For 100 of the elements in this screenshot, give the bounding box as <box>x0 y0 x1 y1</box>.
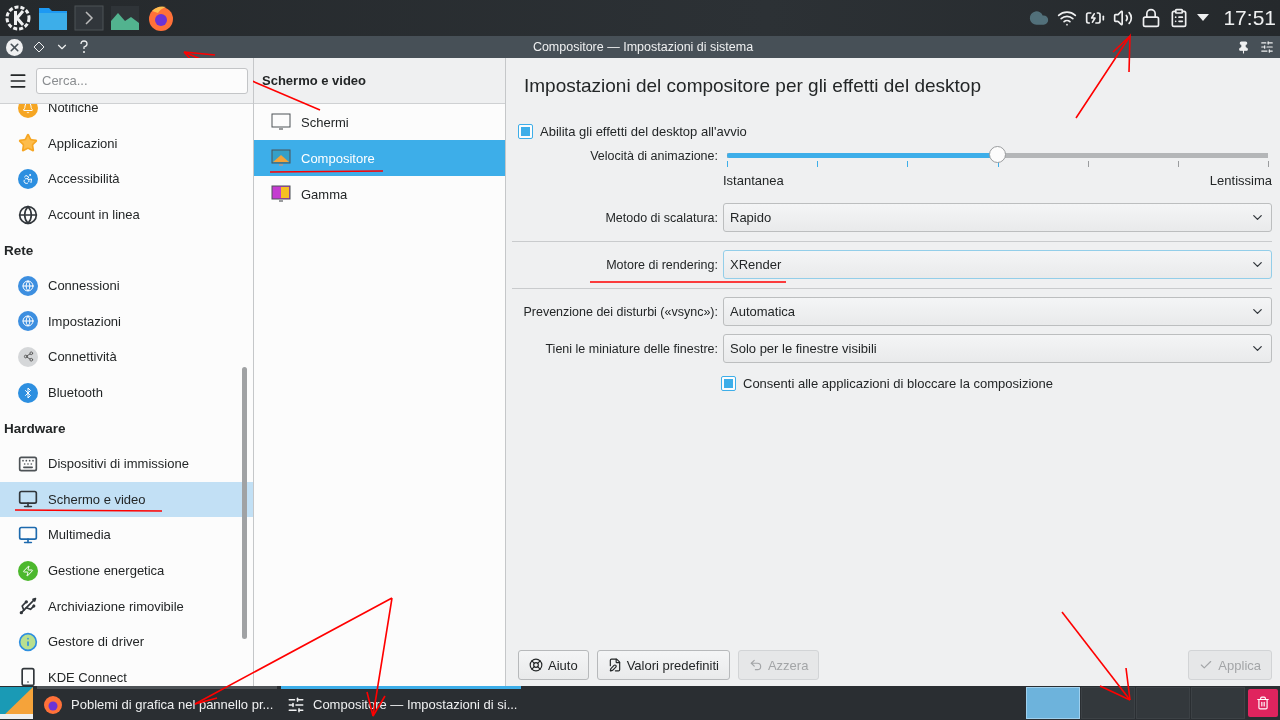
action-button[interactable]: Valori predefiniti <box>596 650 730 680</box>
desktop-thumbnail[interactable] <box>1081 687 1135 719</box>
sidebar-item[interactable]: Connettività <box>0 339 253 375</box>
kde-logo-icon[interactable] <box>4 4 32 32</box>
accessibility-icon <box>18 169 38 189</box>
usb-icon <box>18 596 38 617</box>
group-heading: Hardware <box>3 419 67 438</box>
menu-icon[interactable] <box>1260 40 1274 54</box>
sidebar-item[interactable]: Connessioni <box>0 267 253 304</box>
checkbox[interactable] <box>721 375 736 391</box>
lock-icon <box>1141 8 1162 28</box>
volume-icon <box>1113 8 1134 28</box>
page-heading: Impostazioni del compositore per gli effetti del desktop <box>524 75 982 97</box>
slider-thumb[interactable] <box>988 146 1006 163</box>
info-icon <box>18 631 38 652</box>
field-label: Motore di rendering: <box>605 256 718 273</box>
sidebar-item-label: KDE Connect <box>48 669 127 685</box>
sliders-icon <box>287 695 305 714</box>
trash-icon[interactable] <box>1248 689 1278 717</box>
category-item-label: Schermi <box>301 114 349 130</box>
sidebar-item[interactable]: Dispositivi di immissione <box>0 445 253 482</box>
help-icon[interactable] <box>79 40 89 54</box>
slider-min-label: Istantanea <box>723 173 784 188</box>
pin-icon[interactable] <box>1237 40 1250 54</box>
window-title: Compositore — Impostazioni di sistema <box>531 40 755 54</box>
slider-max-label: Lentissima <box>1209 173 1272 188</box>
dropdown[interactable]: XRender <box>723 250 1272 279</box>
keep-above-icon[interactable] <box>33 41 45 53</box>
field-label: Tieni le miniature delle finestre: <box>544 340 718 357</box>
sidebar-item-label: Schermo e video <box>48 491 146 507</box>
share-icon <box>18 346 38 367</box>
globe-icon <box>18 275 38 296</box>
checkbox[interactable] <box>518 123 533 139</box>
monitor-icon <box>18 524 38 545</box>
globe-icon <box>18 311 38 332</box>
sidebar-item[interactable]: Multimedia <box>0 517 253 553</box>
browser-icon <box>43 694 63 715</box>
desktop-thumbnail[interactable] <box>1136 687 1190 719</box>
landscape-monitor-icon <box>271 149 291 167</box>
category-title: Schermo e video <box>254 58 505 104</box>
category-item[interactable]: Schermi <box>254 104 505 140</box>
category-item-label: Compositore <box>301 150 375 166</box>
sidebar-item-label: Connettività <box>48 349 117 365</box>
dropdown[interactable]: Rapido <box>723 203 1272 232</box>
sidebar-item[interactable]: KDE Connect <box>0 659 253 686</box>
dropdown[interactable]: Automatica <box>723 297 1272 326</box>
sidebar-item-label: Gestione energetica <box>48 563 165 578</box>
launcher-icon[interactable] <box>0 687 33 719</box>
group-heading: Rete <box>3 241 35 260</box>
lightning-icon <box>18 560 38 581</box>
close-button[interactable] <box>6 38 23 56</box>
close-icon <box>8 40 21 54</box>
lifebuoy-icon <box>529 658 543 672</box>
sidebar-item-label: Account in linea <box>48 207 140 223</box>
sidebar-item-label: Gestore di driver <box>48 634 145 650</box>
category-item-label: Gamma <box>301 186 348 202</box>
sidebar-item-label: Connessioni <box>48 278 120 294</box>
sidebar-item[interactable]: Account in linea <box>0 196 253 233</box>
undo-icon <box>748 658 763 672</box>
check-icon <box>1199 658 1214 672</box>
sidebar-item-label: Multimedia <box>48 527 111 543</box>
sidebar-item-label: Dispositivi di immissione <box>48 456 189 472</box>
terminal-icon[interactable] <box>74 5 104 31</box>
sidebar-item-label: Archiviazione rimovibile <box>48 598 184 614</box>
field-label: Velocità di animazione: <box>589 148 718 164</box>
task-button[interactable]: Poblemi di grafica nel pannello pr... <box>37 686 277 720</box>
star-icon <box>18 133 38 154</box>
sidebar-item[interactable]: Gestione energetica <box>0 552 253 589</box>
sidebar-item[interactable]: Bluetooth <box>0 374 253 411</box>
sidebar-item[interactable]: Applicazioni <box>0 125 253 162</box>
field-label: Metodo di scalatura: <box>604 209 718 226</box>
field-label: Prevenzione dei disturbi («vsync»): <box>522 303 718 320</box>
clock[interactable]: 17:51 <box>1223 6 1276 30</box>
checkbox-label: Abilita gli effetti del desktop all'avvio <box>540 123 747 139</box>
monitor-icon <box>18 489 38 510</box>
document-icon <box>607 658 622 672</box>
action-button[interactable]: Aiuto <box>518 650 589 680</box>
search-field[interactable]: Cerca... <box>36 67 248 94</box>
dropdown[interactable]: Solo per le finestre visibili <box>723 334 1272 363</box>
cloud-icon <box>1029 8 1050 28</box>
clipboard-icon <box>1169 8 1190 28</box>
globe-icon <box>18 204 38 225</box>
sidebar-item-label: Impostazioni <box>48 313 121 329</box>
sidebar-item[interactable]: Accessibilità <box>0 161 253 197</box>
rainbow-monitor-icon <box>271 185 291 203</box>
monitor-icon <box>271 113 291 131</box>
sidebar-item-label: Applicazioni <box>48 135 118 151</box>
chart-icon[interactable] <box>110 5 140 31</box>
folder-icon[interactable] <box>38 5 68 31</box>
sidebar-item-label: Accessibilità <box>48 171 120 187</box>
sidebar-item[interactable]: Impostazioni <box>0 303 253 340</box>
scrollbar-thumb[interactable] <box>242 367 247 639</box>
bluetooth-icon <box>18 382 38 403</box>
sidebar-item[interactable]: Gestore di driver <box>0 623 253 660</box>
sidebar-item[interactable]: Archiviazione rimovibile <box>0 588 253 624</box>
expand-icon[interactable] <box>1197 14 1210 22</box>
category-item[interactable]: Gamma <box>254 176 505 212</box>
sidebar-item[interactable]: Schermo e video <box>0 481 253 518</box>
sidebar-item-label: Bluetooth <box>48 385 103 401</box>
desktop-thumbnail[interactable] <box>1191 687 1245 719</box>
